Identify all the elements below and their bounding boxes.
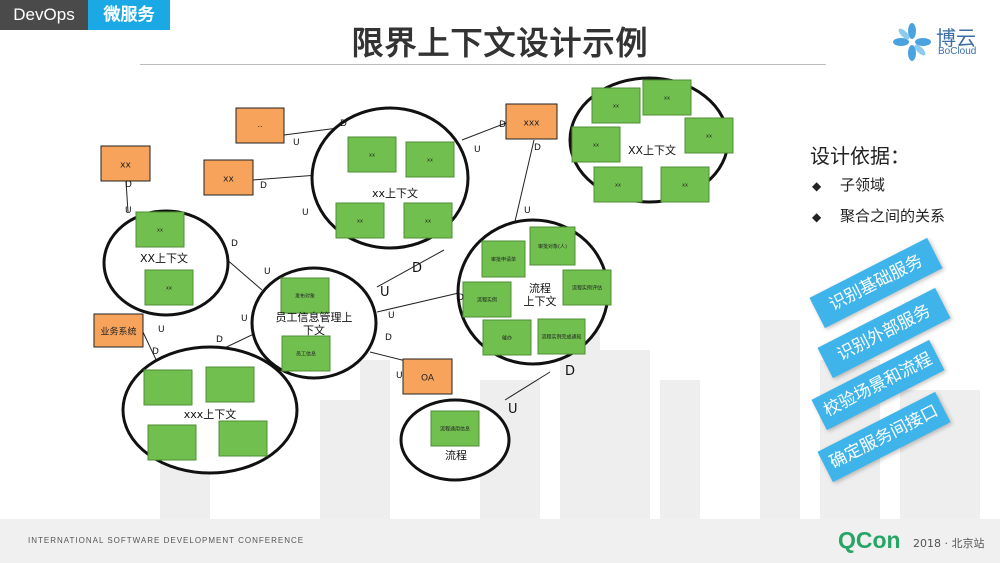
upstream-marker: U — [508, 402, 518, 417]
design-basis-item: ◆ 聚合之间的关系 — [812, 205, 945, 226]
upstream-marker: U — [474, 145, 481, 155]
context-relation-line — [376, 291, 464, 313]
aggregate-label: 流程通用信息 — [440, 426, 470, 433]
aggregate-label: xx — [427, 158, 433, 164]
aggregate-label: xx — [682, 183, 688, 189]
design-basis-item-label: 聚合之间的关系 — [840, 207, 946, 225]
aggregate-label: xx — [615, 183, 621, 189]
aggregate-label: xx — [369, 153, 375, 159]
external-system-label: xxx — [524, 119, 541, 129]
context-label: 流程 — [445, 448, 467, 462]
downstream-marker: D — [216, 335, 223, 345]
aggregate-label: xx — [357, 219, 363, 225]
downstream-marker: D — [152, 347, 159, 357]
conference-name: INTERNATIONAL SOFTWARE DEVELOPMENT CONFE… — [28, 536, 305, 545]
context-relation-line — [224, 257, 263, 291]
upstream-marker: U — [125, 206, 132, 216]
downstream-marker: D — [231, 239, 238, 249]
aggregate-box — [205, 366, 255, 403]
aggregate-label: xx — [166, 286, 172, 292]
context-label: XX上下文 — [628, 143, 676, 157]
downstream-marker: D — [260, 181, 267, 191]
aggregate-label: 流程实例 — [477, 297, 497, 304]
aggregate-label: 员工信息 — [296, 351, 316, 358]
external-system-label: ·· — [257, 123, 262, 132]
design-basis-item: ◆ 子领域 — [812, 174, 885, 195]
downstream-marker: D — [499, 120, 506, 130]
design-basis-title: 设计依据： — [810, 144, 910, 168]
upstream-marker: U — [293, 138, 300, 148]
qcon-year-city: 2018 · 北京站 — [913, 537, 985, 550]
aggregate-label: 流程实例评估 — [572, 285, 602, 292]
downstream-marker: D — [565, 364, 575, 379]
aggregate-label: xx — [157, 228, 163, 234]
aggregate-label: 催办 — [502, 335, 512, 342]
upstream-marker: U — [396, 371, 403, 381]
external-system-label: xx — [223, 175, 234, 185]
external-system-label: xx — [120, 161, 131, 171]
aggregate-label: 审批对象(人) — [538, 243, 567, 250]
context-relation-line — [252, 174, 319, 181]
design-basis-item-label: 子领域 — [840, 176, 886, 194]
context-relation-line — [376, 249, 445, 288]
aggregate-label: 流程实例完成通知 — [541, 334, 581, 341]
aggregate-label: 发布对象 — [295, 293, 315, 300]
upstream-marker: U — [388, 311, 395, 321]
downstream-marker: D — [385, 333, 392, 343]
upstream-marker: U — [524, 206, 531, 216]
aggregate-box — [147, 424, 197, 461]
downstream-marker: D — [534, 143, 541, 153]
context-label: xxx上下文 — [184, 407, 237, 421]
upstream-marker: U — [241, 314, 248, 324]
aggregate-label: xx — [664, 96, 670, 102]
downstream-marker: D — [412, 261, 422, 276]
aggregate-label: xx — [593, 143, 599, 149]
context-label: XX上下文 — [140, 251, 188, 265]
context-relation-line — [512, 139, 535, 231]
aggregate-box — [218, 420, 268, 457]
external-system-label: OA — [421, 374, 435, 384]
downstream-marker: D — [125, 180, 132, 190]
aggregate-box — [143, 369, 193, 406]
upstream-marker: U — [264, 267, 271, 277]
upstream-marker: U — [380, 285, 390, 300]
downstream-marker: D — [457, 293, 464, 303]
qcon-logo: QCon — [838, 527, 901, 553]
aggregate-label: 审批申请单 — [491, 256, 516, 263]
diamond-bullet-icon: ◆ — [812, 179, 822, 193]
upstream-marker: U — [302, 208, 309, 218]
external-system-label: 业务系统 — [100, 326, 136, 338]
context-label: xx上下文 — [372, 186, 418, 200]
context-relation-line — [504, 371, 551, 401]
upstream-marker: U — [158, 325, 165, 335]
downstream-marker: D — [340, 119, 347, 129]
aggregate-label: xx — [613, 104, 619, 110]
aggregate-label: xx — [425, 219, 431, 225]
diamond-bullet-icon: ◆ — [812, 210, 822, 224]
aggregate-label: xx — [706, 134, 712, 140]
